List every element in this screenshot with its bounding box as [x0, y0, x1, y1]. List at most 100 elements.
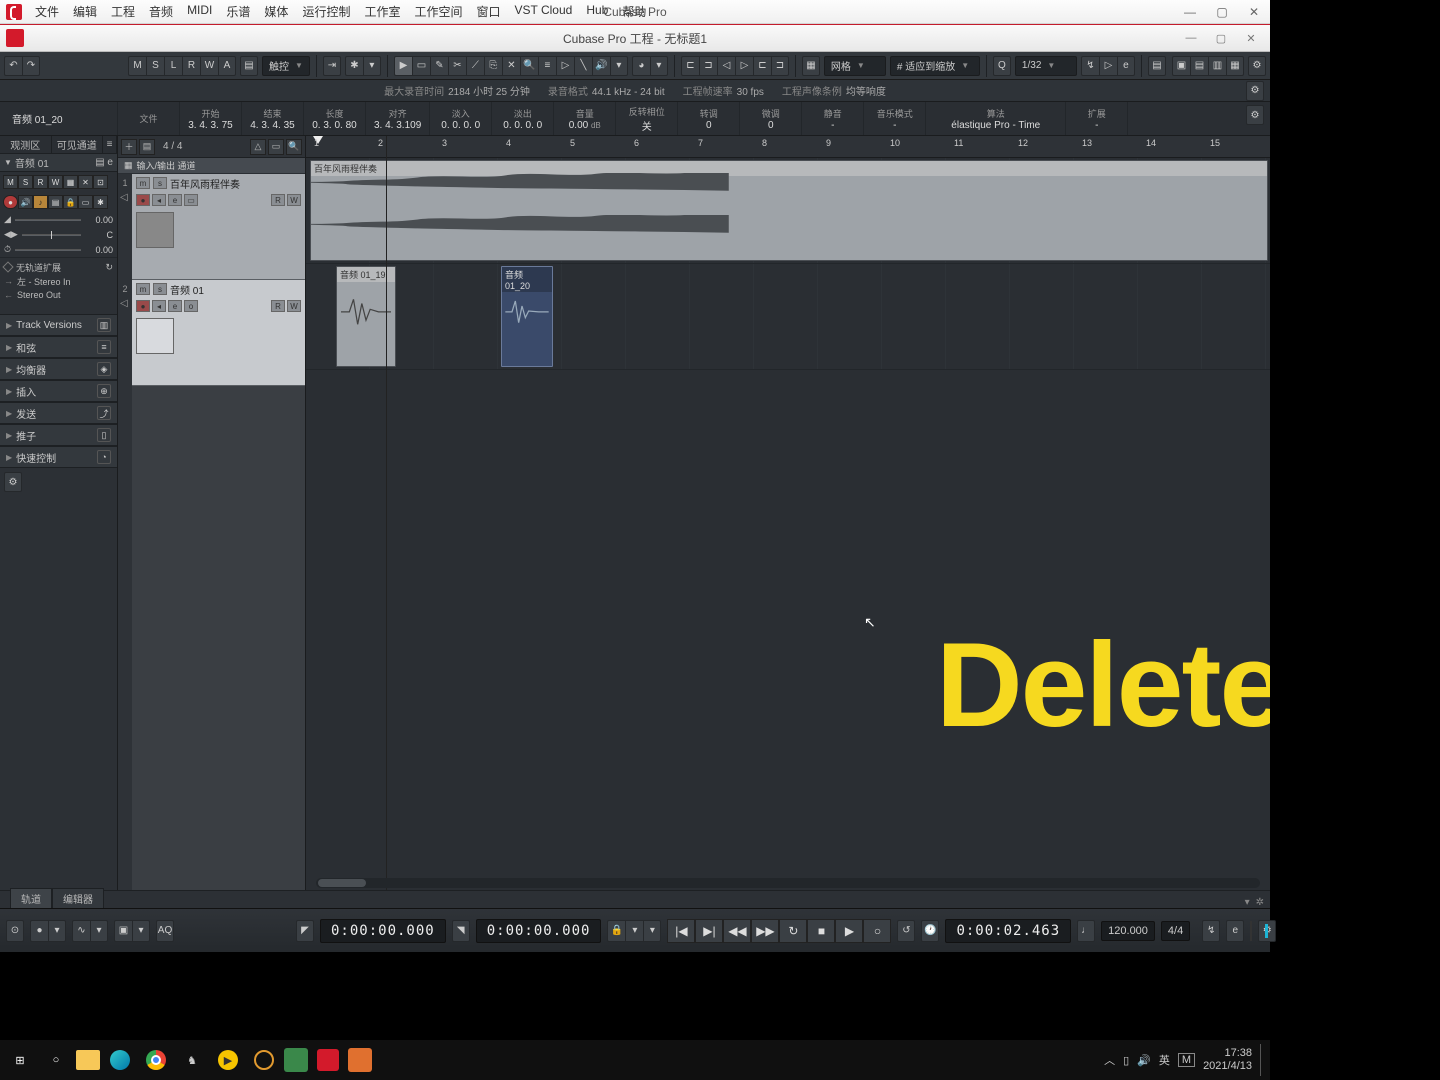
chrome-icon[interactable] — [140, 1044, 172, 1076]
insp-monitor[interactable]: 🔊 — [18, 195, 33, 209]
preroll-button[interactable]: ∿ — [72, 920, 90, 942]
tray-ms[interactable]: M — [1178, 1053, 1195, 1067]
stop-button[interactable]: ■ — [807, 919, 835, 943]
menu-workspace[interactable]: 工作空间 — [407, 0, 469, 24]
snap-toggle[interactable]: ▦ — [802, 56, 820, 76]
track-row[interactable]: m s 百年风雨程伴奏 ● ◂ e ▭ — [132, 174, 305, 280]
inspector-tab-1[interactable]: 观测区 — [0, 136, 52, 153]
arrange-area[interactable]: 123456789101112131415 百年风雨程伴奏 — [306, 136, 1270, 890]
insp-mute[interactable]: M — [3, 175, 18, 189]
setup-toolbar-button[interactable]: ⚙ — [1248, 56, 1266, 76]
ext-value[interactable]: - — [1095, 120, 1098, 131]
horizontal-scrollbar[interactable] — [316, 878, 1260, 888]
track-name[interactable]: 百年风雨程伴奏 — [170, 176, 301, 191]
go-start-button[interactable]: |◀ — [667, 919, 695, 943]
zone-bottom-button[interactable]: ▤ — [1190, 56, 1208, 76]
timewarp-tool[interactable]: ▷ — [556, 56, 574, 76]
crossfade-button[interactable]: ✱ — [345, 56, 363, 76]
proj-close-button[interactable]: ✕ — [1236, 28, 1266, 48]
track-read[interactable]: R — [271, 194, 285, 206]
automation-panel-button[interactable]: ▤ — [240, 56, 258, 76]
redo-button[interactable]: ↷ — [22, 56, 40, 76]
forward-button[interactable]: ▶▶ — [751, 919, 779, 943]
locator-right-icon[interactable]: ◥ — [452, 920, 470, 942]
preroll-menu[interactable]: ▾ — [90, 920, 108, 942]
app-icon-2[interactable] — [248, 1044, 280, 1076]
playhead-line[interactable] — [386, 136, 387, 890]
track-ext[interactable]: o — [184, 300, 198, 312]
inspector-track-header[interactable]: ▼ 音频 01 ▤ e — [0, 154, 117, 172]
insp-record[interactable]: ● — [3, 195, 18, 209]
quantize-iterative[interactable]: ▷ — [1099, 56, 1117, 76]
snap-type-select[interactable]: 网格▼ — [824, 56, 886, 76]
timeline-ruler[interactable]: 123456789101112131415 — [306, 136, 1270, 158]
routing-input[interactable]: →左 - Stereo In — [4, 274, 113, 288]
quantize-panel[interactable]: e — [1117, 56, 1135, 76]
menu-file[interactable]: 文件 — [28, 0, 66, 24]
rewind-button[interactable]: ◀◀ — [723, 919, 751, 943]
edge-icon[interactable] — [104, 1044, 136, 1076]
app-icon-3[interactable] — [284, 1048, 308, 1072]
mute-all-button[interactable]: M — [128, 56, 146, 76]
zone-left-button[interactable]: ▣ — [1172, 56, 1190, 76]
track-monitor[interactable]: ◂ — [152, 194, 166, 206]
split-tool[interactable]: ⟋ — [466, 56, 484, 76]
automation-mode-select[interactable]: 触控▼ — [262, 56, 310, 76]
quantize-prefix[interactable]: Q — [993, 56, 1011, 76]
tracklist-btn2[interactable]: ▭ — [268, 139, 284, 155]
pan-slider[interactable] — [22, 234, 81, 236]
menu-edit[interactable]: 编辑 — [66, 0, 104, 24]
quantize-value-select[interactable]: 1/32▼ — [1015, 56, 1077, 76]
menu-transport[interactable]: 运行控制 — [295, 0, 357, 24]
ext-sync-button[interactable]: e — [1226, 920, 1244, 942]
system-clock[interactable]: 17:38 2021/4/13 — [1203, 1047, 1252, 1073]
crossfade-menu[interactable]: ▾ — [363, 56, 381, 76]
comp-tool[interactable]: ≡ — [538, 56, 556, 76]
track-write[interactable]: W — [287, 194, 301, 206]
menu-media[interactable]: 媒体 — [257, 0, 295, 24]
section-trackversions[interactable]: ▶Track Versions▥ — [0, 314, 117, 336]
glue-tool[interactable]: ⎘ — [484, 56, 502, 76]
fadeout-value[interactable]: 0. 0. 0. 0 — [503, 120, 542, 131]
zoom-menu-icon[interactable]: ▾ — [1245, 897, 1250, 908]
play-tool[interactable]: 🔊 — [592, 56, 610, 76]
read-button[interactable]: R — [182, 56, 200, 76]
show-desktop-button[interactable] — [1260, 1044, 1266, 1076]
minimize-button[interactable]: — — [1174, 0, 1206, 24]
zone-right-button[interactable]: ▥ — [1208, 56, 1226, 76]
constrain-button[interactable]: ⊙ — [6, 920, 24, 942]
menu-window[interactable]: 窗口 — [469, 0, 507, 24]
right-locator[interactable]: 0:00:00.000 — [476, 919, 602, 943]
quantize-apply[interactable]: ↯ — [1081, 56, 1099, 76]
menu-vstcloud[interactable]: VST Cloud — [508, 0, 580, 24]
draw-tool[interactable]: ✎ — [430, 56, 448, 76]
inspector-tabs-menu[interactable]: ≡ — [103, 136, 117, 153]
automation-button[interactable]: A — [218, 56, 236, 76]
track-read[interactable]: R — [271, 300, 285, 312]
section-sends[interactable]: ▶发送⤴ — [0, 402, 117, 424]
routing-output[interactable]: ←Stereo Out — [4, 288, 113, 302]
record-button[interactable]: ○ — [863, 919, 891, 943]
track-name[interactable]: 音频 01 — [170, 282, 301, 297]
audio-clip[interactable]: 音频 01_19 — [336, 266, 396, 367]
tray-network-icon[interactable]: ▯ — [1123, 1054, 1129, 1067]
zoom-tool[interactable]: 🔍 — [520, 56, 538, 76]
primary-time-icon[interactable]: 🕐 — [921, 920, 939, 942]
insp-other1[interactable]: ▭ — [78, 195, 93, 209]
menu-midi[interactable]: MIDI — [180, 0, 219, 24]
punch-in-button[interactable]: ● — [30, 920, 48, 942]
track-edit[interactable]: e — [168, 194, 182, 206]
proj-maximize-button[interactable]: ▢ — [1206, 28, 1236, 48]
app-icon-1[interactable]: ♞ — [176, 1044, 208, 1076]
insp-other2[interactable]: ✱ — [93, 195, 108, 209]
arrow-tool[interactable]: ▶ — [394, 56, 412, 76]
audio-clip[interactable]: 百年风雨程伴奏 — [310, 160, 1268, 261]
align-value[interactable]: 3. 4. 3.109 — [374, 120, 421, 131]
io-channels-row[interactable]: ▦输入/输出 通道 — [118, 158, 305, 174]
tab-editor[interactable]: 编辑器 — [52, 888, 104, 908]
nudge-start-left[interactable]: ⊏ — [681, 56, 699, 76]
metronome-button[interactable]: ▣ — [114, 920, 132, 942]
setup-icon[interactable]: ✲ — [1256, 897, 1264, 908]
track-write[interactable]: W — [287, 300, 301, 312]
menu-score[interactable]: 乐谱 — [219, 0, 257, 24]
